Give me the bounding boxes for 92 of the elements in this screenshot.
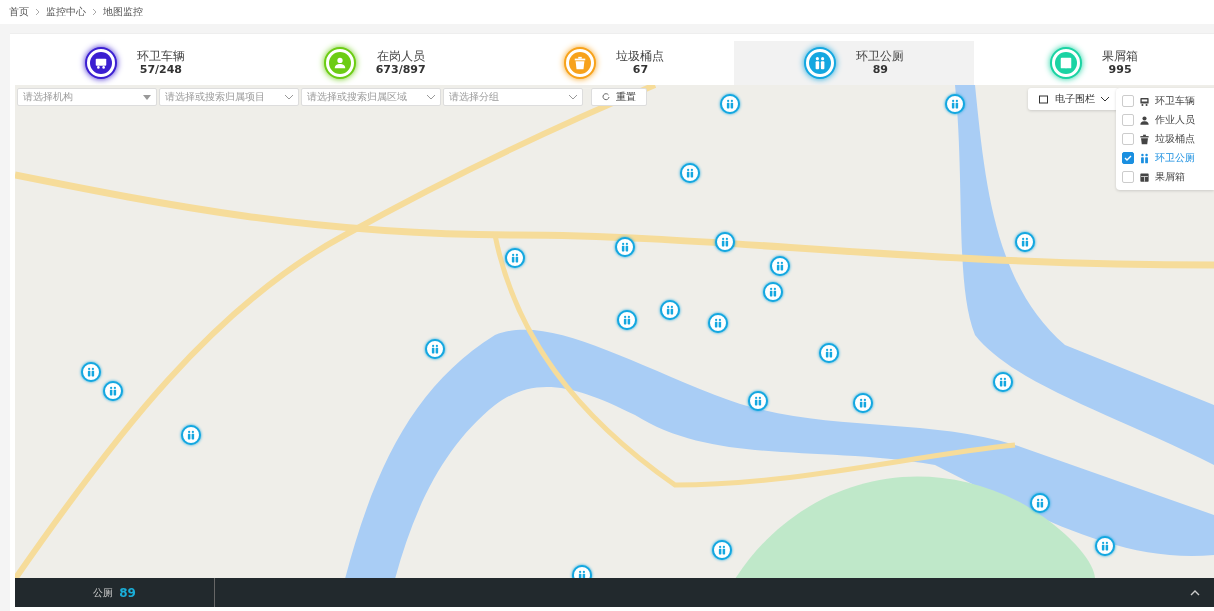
trash-icon: [573, 56, 588, 70]
trash-icon: [1139, 133, 1150, 145]
status-count: 89: [119, 585, 136, 600]
stat-count: 89: [872, 63, 888, 76]
caret-icon: [143, 94, 151, 100]
toilet-marker[interactable]: [748, 391, 768, 411]
toilet-marker[interactable]: [770, 256, 790, 276]
stat-count: 67: [632, 63, 649, 76]
chevron-icon: [35, 8, 40, 16]
toilet-marker[interactable]: [617, 310, 637, 330]
toilet-marker[interactable]: [720, 94, 740, 114]
toilet-icon: [665, 305, 675, 315]
chevron-icon: [285, 94, 293, 100]
chevron-icon: [569, 94, 577, 100]
toilet-icon: [620, 242, 630, 252]
toilet-marker[interactable]: [819, 343, 839, 363]
toilet-marker[interactable]: [660, 300, 680, 320]
fence-dropdown[interactable]: 电子围栏: [1028, 88, 1119, 110]
toilet-icon: [713, 318, 723, 328]
layer-label: 环卫车辆: [1155, 94, 1195, 108]
toilet-icon: [510, 253, 520, 263]
stat-label: 在岗人员: [376, 50, 425, 63]
toilet-marker[interactable]: [715, 232, 735, 252]
fence-icon: [1038, 94, 1049, 104]
chevron-icon: [427, 94, 435, 100]
toilet-icon: [1020, 237, 1030, 247]
toilet-icon: [858, 398, 868, 408]
toilet-icon: [717, 545, 727, 555]
checkbox[interactable]: [1122, 114, 1134, 126]
stat-count: 673/897: [375, 63, 426, 76]
checkbox[interactable]: [1122, 133, 1134, 145]
toilet-icon: [108, 386, 118, 396]
toilet-icon: [1139, 152, 1150, 164]
toilet-icon: [1100, 541, 1110, 551]
status-label: 公厕: [93, 585, 114, 600]
chevron-icon: [92, 8, 97, 16]
toilet-marker[interactable]: [81, 362, 101, 382]
person-icon: [1139, 114, 1150, 126]
toilet-marker[interactable]: [103, 381, 123, 401]
toilet-icon: [753, 396, 763, 406]
checkbox[interactable]: [1122, 171, 1134, 183]
toilet-icon: [998, 377, 1008, 387]
checkbox[interactable]: [1122, 152, 1134, 164]
toilet-marker[interactable]: [505, 248, 525, 268]
layer-label: 环卫公厕: [1155, 151, 1195, 165]
toilet-marker[interactable]: [425, 339, 445, 359]
toilet-marker[interactable]: [708, 313, 728, 333]
chevron-icon: [1101, 96, 1109, 102]
toilet-icon: [622, 315, 632, 325]
breadcrumb-item[interactable]: 地图监控: [103, 5, 143, 19]
toilet-icon: [768, 287, 778, 297]
box-icon: [1139, 171, 1150, 183]
stat-count: 995: [1108, 63, 1132, 76]
truck-icon: [1139, 95, 1150, 107]
layer-label: 垃圾桶点: [1155, 132, 1195, 146]
toilet-marker[interactable]: [993, 372, 1013, 392]
toilet-icon: [685, 168, 695, 178]
toilet-marker[interactable]: [615, 237, 635, 257]
toilet-marker[interactable]: [181, 425, 201, 445]
stat-label: 果屑箱: [1102, 50, 1139, 63]
toilet-icon: [430, 344, 440, 354]
reset-button[interactable]: 重置: [591, 88, 647, 106]
layer-label: 果屑箱: [1155, 170, 1185, 184]
stat-tab[interactable]: 环卫公厕 89: [734, 41, 975, 85]
box-icon: [1059, 56, 1074, 70]
breadcrumb-item[interactable]: 监控中心: [46, 5, 86, 19]
person-icon: [332, 56, 347, 70]
toilet-icon: [1035, 498, 1045, 508]
toilet-icon: [720, 237, 730, 247]
toilet-marker[interactable]: [853, 393, 873, 413]
toilet-icon: [186, 430, 196, 440]
breadcrumb-item[interactable]: 首页: [9, 5, 29, 19]
toilet-marker[interactable]: [1095, 536, 1115, 556]
truck-icon: [93, 56, 108, 70]
toilet-marker[interactable]: [763, 282, 783, 302]
stat-label: 环卫公厕: [856, 50, 905, 63]
toilet-marker[interactable]: [945, 94, 965, 114]
caret-up-icon: [1190, 589, 1200, 596]
stat-label: 环卫车辆: [136, 50, 185, 63]
stat-count: 57/248: [139, 63, 183, 76]
toilet-icon: [950, 99, 960, 109]
toilet-marker[interactable]: [1015, 232, 1035, 252]
toilet-icon: [775, 261, 785, 271]
stat-label: 垃圾桶点: [616, 50, 665, 63]
toilet-icon: [725, 99, 735, 109]
toilet-marker[interactable]: [712, 540, 732, 560]
toilet-icon: [86, 367, 96, 377]
refresh-icon: [602, 93, 610, 101]
layer-label: 作业人员: [1155, 113, 1195, 127]
toilet-marker[interactable]: [680, 163, 700, 183]
toilet-icon: [824, 348, 834, 358]
checkbox[interactable]: [1122, 95, 1134, 107]
